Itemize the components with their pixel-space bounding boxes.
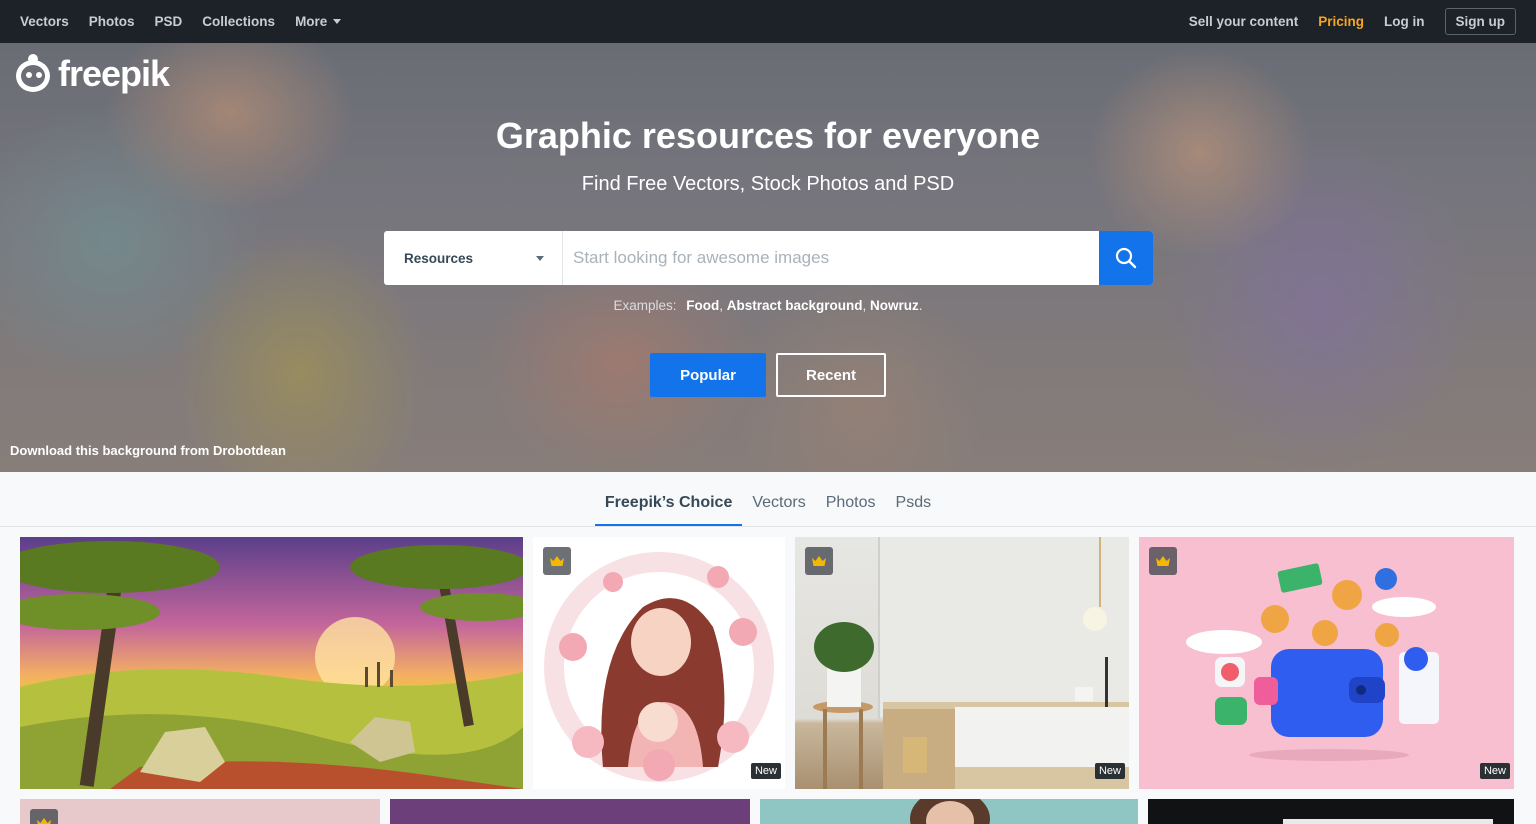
dark-mockup-thumbnail	[1283, 819, 1493, 824]
interior-mockup-photo	[813, 537, 1129, 789]
3d-wallet-illustration	[1186, 563, 1439, 761]
resource-card-3d-wallet[interactable]: New	[1139, 537, 1514, 789]
new-badge: New	[1094, 763, 1125, 779]
nav-pricing[interactable]: Pricing	[1318, 14, 1364, 29]
savanna-illustration	[20, 541, 523, 789]
premium-crown-badge	[30, 809, 58, 824]
portrait-photo-thumbnail	[910, 799, 990, 824]
search-input[interactable]	[563, 231, 1099, 285]
new-badge: New	[750, 763, 781, 779]
tab-psds[interactable]: Psds	[886, 494, 942, 526]
nav-collections[interactable]: Collections	[202, 14, 275, 29]
premium-crown-badge	[1149, 547, 1177, 575]
tab-freepiks-choice[interactable]: Freepik’s Choice	[594, 494, 743, 526]
nav-vectors[interactable]: Vectors	[20, 14, 69, 29]
nav-right: Sell your content Pricing Log in Sign up	[1169, 0, 1516, 43]
hero-title: Graphic resources for everyone	[495, 115, 1041, 156]
chevron-down-icon	[536, 255, 544, 261]
nav-photos[interactable]: Photos	[89, 14, 135, 29]
resource-card-row2-4[interactable]	[1148, 799, 1514, 824]
resource-card-row2-1[interactable]	[20, 799, 380, 824]
example-link-abstract-background[interactable]: Abstract background	[727, 298, 863, 313]
premium-crown-badge	[543, 547, 571, 575]
premium-crown-badge	[805, 547, 833, 575]
resource-card-mother-watercolor[interactable]: New	[533, 537, 785, 789]
mother-watercolor-illustration	[544, 552, 774, 782]
resource-card-row2-2[interactable]	[390, 799, 750, 824]
crown-icon	[550, 556, 564, 566]
freepik-logo[interactable]: freepik	[14, 53, 170, 94]
example-link-food[interactable]: Food	[686, 298, 719, 313]
popular-button[interactable]: Popular	[650, 353, 766, 397]
top-navigation: Vectors Photos PSD Collections More Sell…	[0, 0, 1536, 43]
resource-card-row2-3[interactable]	[760, 799, 1138, 824]
resource-card-savanna-illustration[interactable]	[20, 537, 523, 789]
search-examples: Examples: Food, Abstract background, Now…	[613, 298, 923, 313]
new-badge: New	[1479, 763, 1510, 779]
tab-photos[interactable]: Photos	[816, 494, 886, 526]
background-credit-link[interactable]: Download this background from Drobotdean	[10, 443, 286, 458]
crown-icon	[1156, 556, 1170, 566]
freepik-logo-icon	[14, 54, 54, 94]
search-button[interactable]	[1099, 231, 1153, 285]
logo-wordmark: freepik	[58, 53, 170, 94]
hero-subtitle: Find Free Vectors, Stock Photos and PSD	[581, 173, 955, 195]
tab-vectors[interactable]: Vectors	[742, 494, 815, 526]
crown-icon	[37, 818, 51, 824]
search-bar: Resources	[384, 231, 1153, 285]
signup-button[interactable]: Sign up	[1444, 8, 1516, 35]
resources-dropdown-label: Resources	[404, 250, 474, 266]
nav-more-label: More	[295, 14, 328, 29]
recent-button[interactable]: Recent	[776, 353, 886, 397]
chevron-down-icon	[333, 19, 342, 24]
resource-tabs: Freepik’s Choice Vectors Photos Psds	[0, 472, 1536, 527]
nav-psd[interactable]: PSD	[155, 14, 183, 29]
hero-banner: freepik Graphic resources for everyone F…	[0, 43, 1536, 472]
crown-icon	[812, 556, 826, 566]
example-link-nowruz[interactable]: Nowruz	[870, 298, 919, 313]
resources-dropdown[interactable]: Resources	[384, 231, 563, 285]
examples-label: Examples:	[613, 298, 677, 313]
resource-card-interior-mockup[interactable]: New	[795, 537, 1129, 789]
nav-left: Vectors Photos PSD Collections More	[20, 0, 361, 43]
search-icon	[1115, 247, 1137, 269]
nav-more[interactable]: More	[295, 14, 342, 29]
nav-sell-content[interactable]: Sell your content	[1189, 14, 1299, 29]
nav-login[interactable]: Log in	[1384, 14, 1425, 29]
